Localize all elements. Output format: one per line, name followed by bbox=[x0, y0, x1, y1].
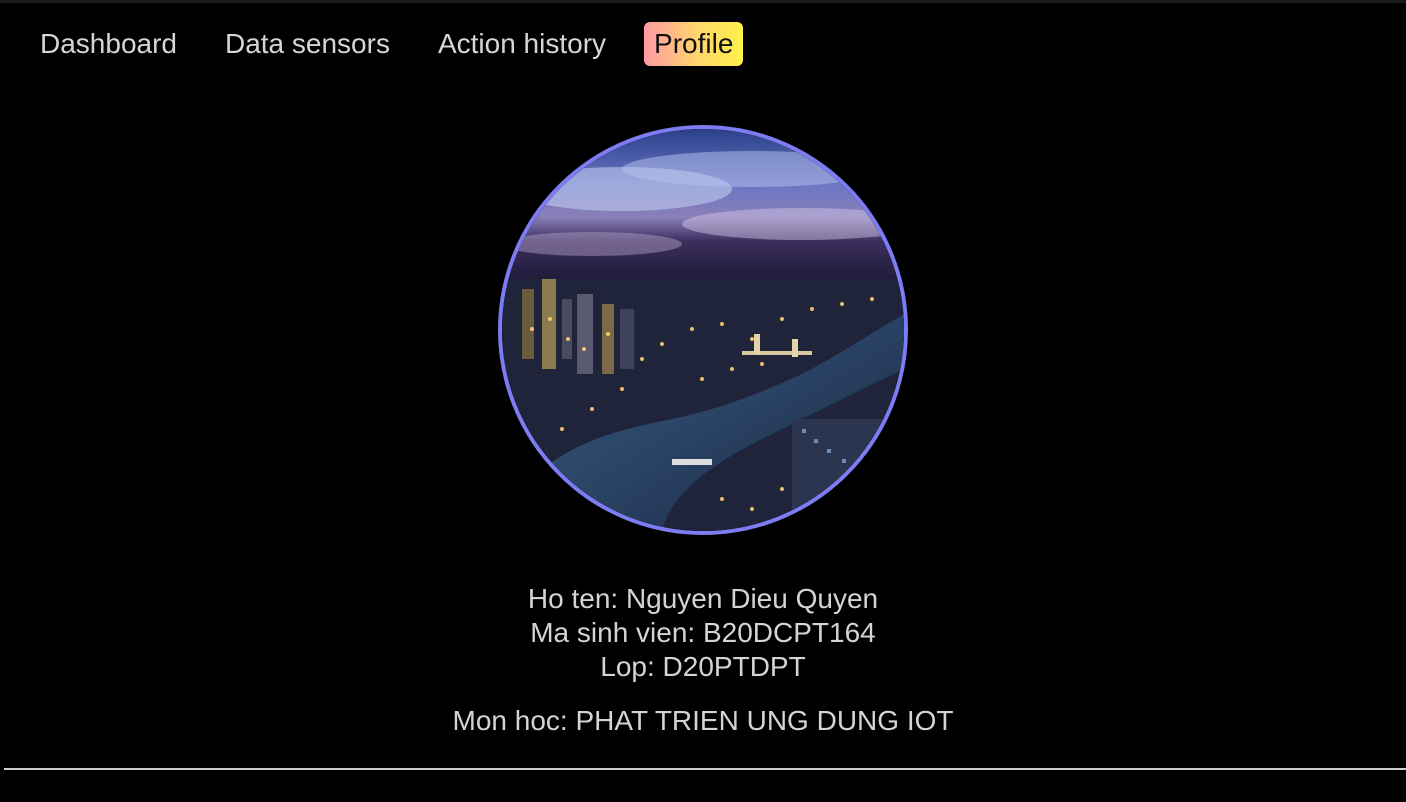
city-night-photo-icon bbox=[502, 129, 904, 531]
avatar bbox=[498, 125, 908, 535]
nav-profile[interactable]: Profile bbox=[644, 22, 744, 66]
nav-action-history[interactable]: Action history bbox=[428, 22, 616, 66]
class-line: Lop: D20PTDPT bbox=[600, 651, 806, 682]
main-nav: Dashboard Data sensors Action history Pr… bbox=[30, 22, 744, 66]
student-id-line: Ma sinh vien: B20DCPT164 bbox=[530, 617, 876, 648]
name-line: Ho ten: Nguyen Dieu Quyen bbox=[527, 583, 879, 614]
profile-info: Ho ten: Nguyen Dieu Quyen Ma sinh vien: … bbox=[0, 582, 1406, 738]
nav-dashboard[interactable]: Dashboard bbox=[30, 22, 187, 66]
top-border bbox=[0, 0, 1406, 3]
subject-line: Mon hoc: PHAT TRIEN UNG DUNG IOT bbox=[452, 705, 954, 736]
nav-data-sensors[interactable]: Data sensors bbox=[215, 22, 400, 66]
divider bbox=[4, 768, 1406, 770]
